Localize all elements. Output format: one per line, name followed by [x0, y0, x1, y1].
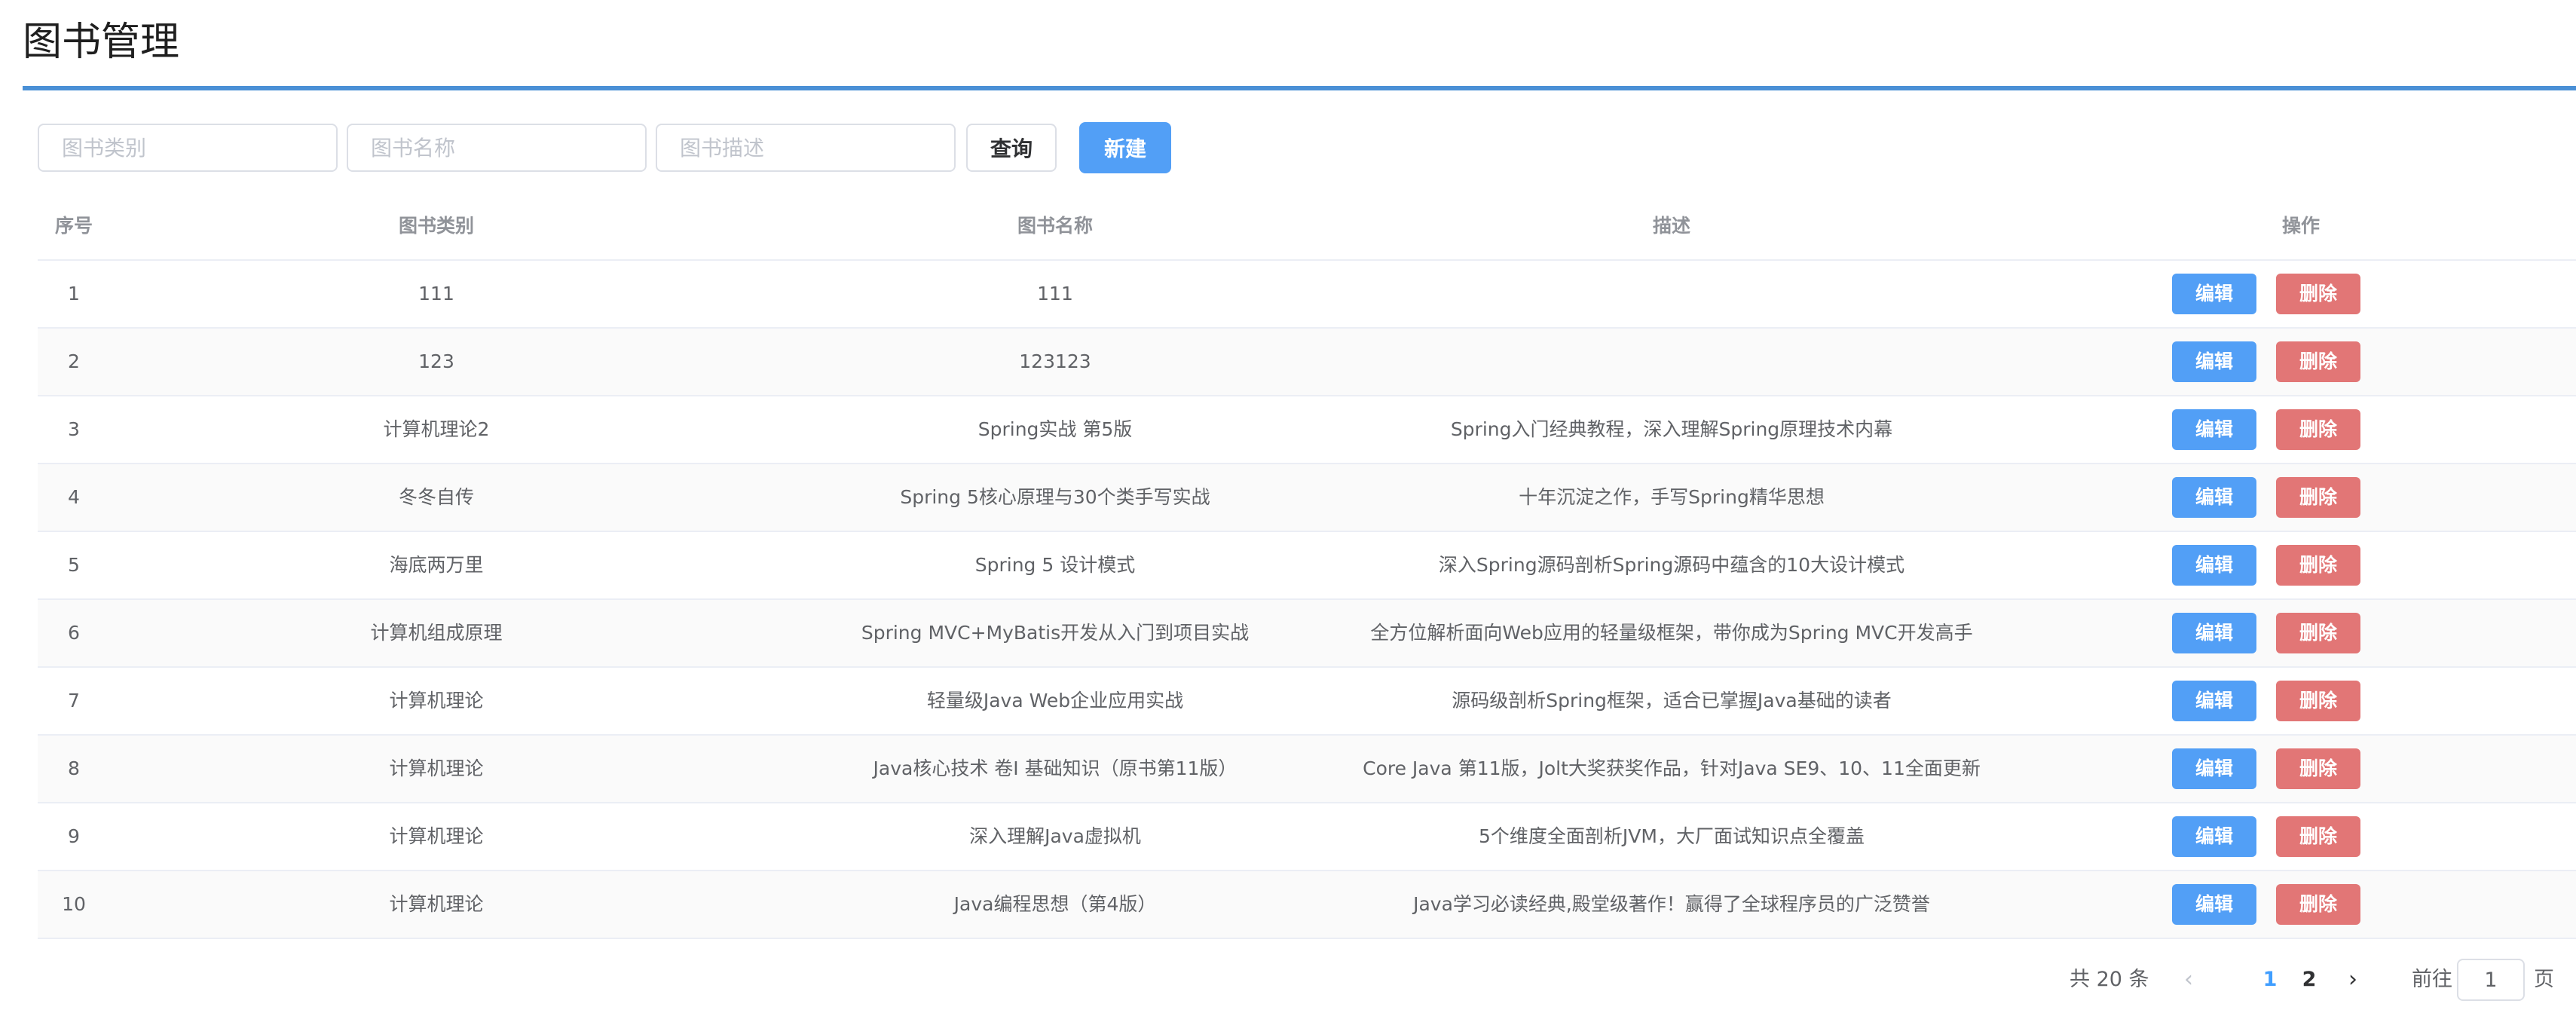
chevron-left-icon[interactable]: ‹ — [2174, 957, 2204, 1002]
cell-name: 111 — [1037, 283, 1073, 304]
cell-description: Core Java 第11版，Jolt大奖获奖作品，针对Java SE9、10、… — [1363, 757, 1981, 779]
edit-button[interactable]: 编辑 — [2172, 884, 2256, 925]
page-suffix: 页 — [2534, 968, 2554, 991]
delete-button[interactable]: 删除 — [2276, 884, 2360, 925]
cell-description: 十年沉淀之作，手写Spring精华思想 — [1519, 486, 1825, 508]
table-row: 6 计算机组成原理 Spring MVC+MyBatis开发从入门到项目实战 全方位解… — [38, 600, 2576, 668]
cell-name: 轻量级Java Web企业应用实战 — [926, 690, 1184, 711]
cell-description: Spring入门经典教程，深入理解Spring原理技术内幕 — [1450, 418, 1893, 440]
table-row: 10 计算机理论 Java编程思想（第4版） Java学习必读经典,殿堂级著作！赢得了… — [38, 871, 2576, 939]
edit-button[interactable]: 编辑 — [2172, 409, 2256, 450]
table-row: 9 计算机理论 深入理解Java虚拟机 5个维度全面剖析JVM，大厂面试知识点全覆盖 编… — [38, 803, 2576, 871]
search-bar: 查询 新建 — [38, 122, 1244, 175]
delete-button[interactable]: 删除 — [2276, 816, 2360, 857]
table-row: 1 111 111 编辑 删除 — [38, 261, 2576, 329]
cell-category: 计算机理论 — [389, 757, 484, 779]
cell-name: Spring实战 第5版 — [977, 418, 1133, 440]
delete-button[interactable]: 删除 — [2276, 274, 2360, 314]
cell-index: 9 — [68, 825, 80, 847]
header-actions: 操作 — [2281, 215, 2320, 237]
cell-name: Spring 5 设计模式 — [974, 554, 1136, 576]
cell-name: Spring MVC+MyBatis开发从入门到项目实战 — [861, 622, 1250, 644]
pagination: 共 20 条 ‹ 1 2 › 前往 页 — [2035, 957, 2562, 1002]
cell-name: 深入理解Java虚拟机 — [969, 825, 1141, 847]
cell-name: Java核心技术 卷I 基础知识（原书第11版） — [873, 757, 1238, 779]
table-row: 3 计算机理论2 Spring实战 第5版 Spring入门经典教程，深入理解Spri… — [38, 396, 2576, 464]
cell-category: 海底两万里 — [389, 554, 484, 576]
cell-description: 5个维度全面剖析JVM，大厂面试知识点全覆盖 — [1479, 825, 1865, 847]
cell-category: 计算机组成原理 — [370, 622, 503, 644]
cell-category: 冬冬自传 — [398, 486, 474, 508]
book-table: 序号 图书类别 图书名称 描述 操作 1 111 111 编辑 删除 2 123 123123… — [38, 193, 2576, 939]
cell-description — [1348, 261, 1996, 327]
cell-index: 1 — [68, 283, 80, 304]
edit-button[interactable]: 编辑 — [2172, 748, 2256, 789]
goto-page-input[interactable] — [2457, 959, 2525, 1001]
table-header: 序号 图书类别 图书名称 描述 操作 — [38, 193, 2576, 261]
cell-index: 5 — [68, 554, 80, 576]
page-number-2[interactable]: 2 — [2293, 957, 2326, 1002]
cell-description: 深入Spring源码剖析Spring源码中蕴含的10大设计模式 — [1438, 554, 1905, 576]
delete-button[interactable]: 删除 — [2276, 545, 2360, 586]
cell-index: 2 — [68, 350, 80, 372]
cell-index: 3 — [68, 418, 80, 440]
delete-button[interactable]: 删除 — [2276, 613, 2360, 653]
table-row: 5 海底两万里 Spring 5 设计模式 深入Spring源码剖析Spring源码中… — [38, 532, 2576, 600]
page-number-1[interactable]: 1 — [2253, 957, 2287, 1002]
cell-category: 计算机理论 — [389, 690, 484, 711]
header-name: 图书名称 — [1017, 215, 1093, 237]
edit-button[interactable]: 编辑 — [2172, 341, 2256, 382]
edit-button[interactable]: 编辑 — [2172, 613, 2256, 653]
edit-button[interactable]: 编辑 — [2172, 545, 2256, 586]
cell-category: 111 — [418, 283, 454, 304]
cell-description: Java学习必读经典,殿堂级著作！赢得了全球程序员的广泛赞誉 — [1413, 893, 1930, 915]
cell-category: 123 — [418, 350, 454, 372]
cell-description — [1348, 329, 1996, 395]
cell-description: 源码级剖析Spring框架，适合已掌握Java基础的读者 — [1452, 690, 1892, 711]
cell-category: 计算机理论 — [389, 893, 484, 915]
page-title: 图书管理 — [23, 20, 180, 65]
goto-label: 前往 — [2412, 968, 2452, 991]
header-description: 描述 — [1652, 215, 1690, 237]
header-index: 序号 — [54, 215, 93, 237]
edit-button[interactable]: 编辑 — [2172, 477, 2256, 518]
table-body: 1 111 111 编辑 删除 2 123 123123 编辑 删除 3 计算机理论2 Spring实战… — [38, 261, 2576, 939]
cell-index: 4 — [68, 486, 80, 508]
table-row: 8 计算机理论 Java核心技术 卷I 基础知识（原书第11版） Core Java … — [38, 736, 2576, 803]
query-button[interactable]: 查询 — [966, 124, 1057, 172]
edit-button[interactable]: 编辑 — [2172, 274, 2256, 314]
table-row: 4 冬冬自传 Spring 5核心原理与30个类手写实战 十年沉淀之作，手写Sprin… — [38, 464, 2576, 532]
new-button[interactable]: 新建 — [1079, 122, 1171, 173]
description-search-input[interactable] — [656, 124, 956, 172]
edit-button[interactable]: 编辑 — [2172, 816, 2256, 857]
category-search-input[interactable] — [38, 124, 338, 172]
cell-name: Java编程思想（第4版） — [953, 893, 1157, 915]
cell-name: 123123 — [1019, 350, 1091, 372]
name-search-input[interactable] — [347, 124, 647, 172]
delete-button[interactable]: 删除 — [2276, 341, 2360, 382]
delete-button[interactable]: 删除 — [2276, 477, 2360, 518]
edit-button[interactable]: 编辑 — [2172, 681, 2256, 721]
delete-button[interactable]: 删除 — [2276, 681, 2360, 721]
cell-description: 全方位解析面向Web应用的轻量级框架，带你成为Spring MVC开发高手 — [1370, 622, 1973, 644]
cell-category: 计算机理论2 — [383, 418, 490, 440]
header-category: 图书类别 — [398, 215, 474, 237]
cell-index: 6 — [68, 622, 80, 644]
table-row: 7 计算机理论 轻量级Java Web企业应用实战 源码级剖析Spring框架，适合已… — [38, 668, 2576, 736]
cell-index: 8 — [68, 757, 80, 779]
title-divider — [23, 86, 2576, 90]
cell-name: Spring 5核心原理与30个类手写实战 — [900, 486, 1210, 508]
table-row: 2 123 123123 编辑 删除 — [38, 329, 2576, 396]
pagination-total: 共 20 条 — [2070, 968, 2149, 991]
cell-index: 7 — [68, 690, 80, 711]
delete-button[interactable]: 删除 — [2276, 409, 2360, 450]
cell-index: 10 — [62, 893, 86, 915]
cell-category: 计算机理论 — [389, 825, 484, 847]
chevron-right-icon[interactable]: › — [2338, 957, 2368, 1002]
delete-button[interactable]: 删除 — [2276, 748, 2360, 789]
